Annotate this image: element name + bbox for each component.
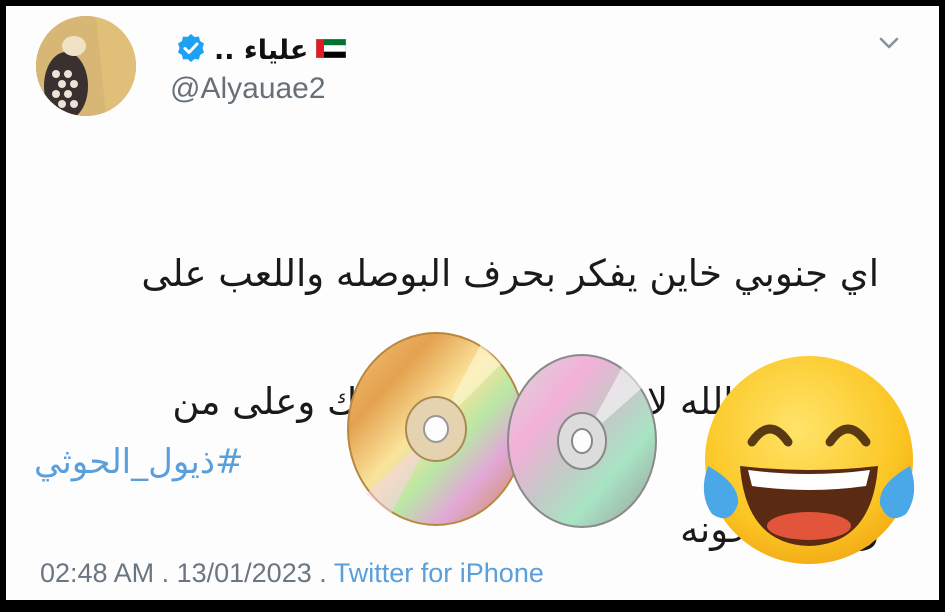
tweet-meta: 02:48 AM . 13/01/2023 . Twitter for iPho… (40, 558, 544, 589)
display-name[interactable]: علياء .. (214, 35, 308, 66)
verified-badge-icon (176, 33, 206, 67)
tweet-card[interactable]: علياء .. @Alyauae2 اي جنوبي خاين يفكر بح… (6, 6, 939, 600)
meta-separator: . (154, 558, 177, 588)
tears-of-joy-emoji (703, 356, 915, 564)
name-row: علياء .. (176, 30, 347, 70)
uae-flag-icon (316, 38, 347, 62)
chevron-down-icon[interactable] (874, 28, 904, 58)
hashtag-link[interactable]: #ذيول_الحوثي (34, 442, 243, 482)
tweet-time: 02:48 AM (40, 558, 155, 588)
user-handle[interactable]: @Alyauae2 (170, 72, 326, 106)
meta-separator: . (311, 558, 334, 588)
tweet-date: 13/01/2023 (176, 558, 312, 588)
avatar[interactable] (36, 16, 136, 116)
tweet-text-line: اي جنوبي خاين يفكر بحرف البوصله واللعب ع… (141, 252, 879, 295)
tweet-source-link[interactable]: Twitter for iPhone (334, 558, 544, 588)
compact-disc-icon (507, 354, 657, 528)
